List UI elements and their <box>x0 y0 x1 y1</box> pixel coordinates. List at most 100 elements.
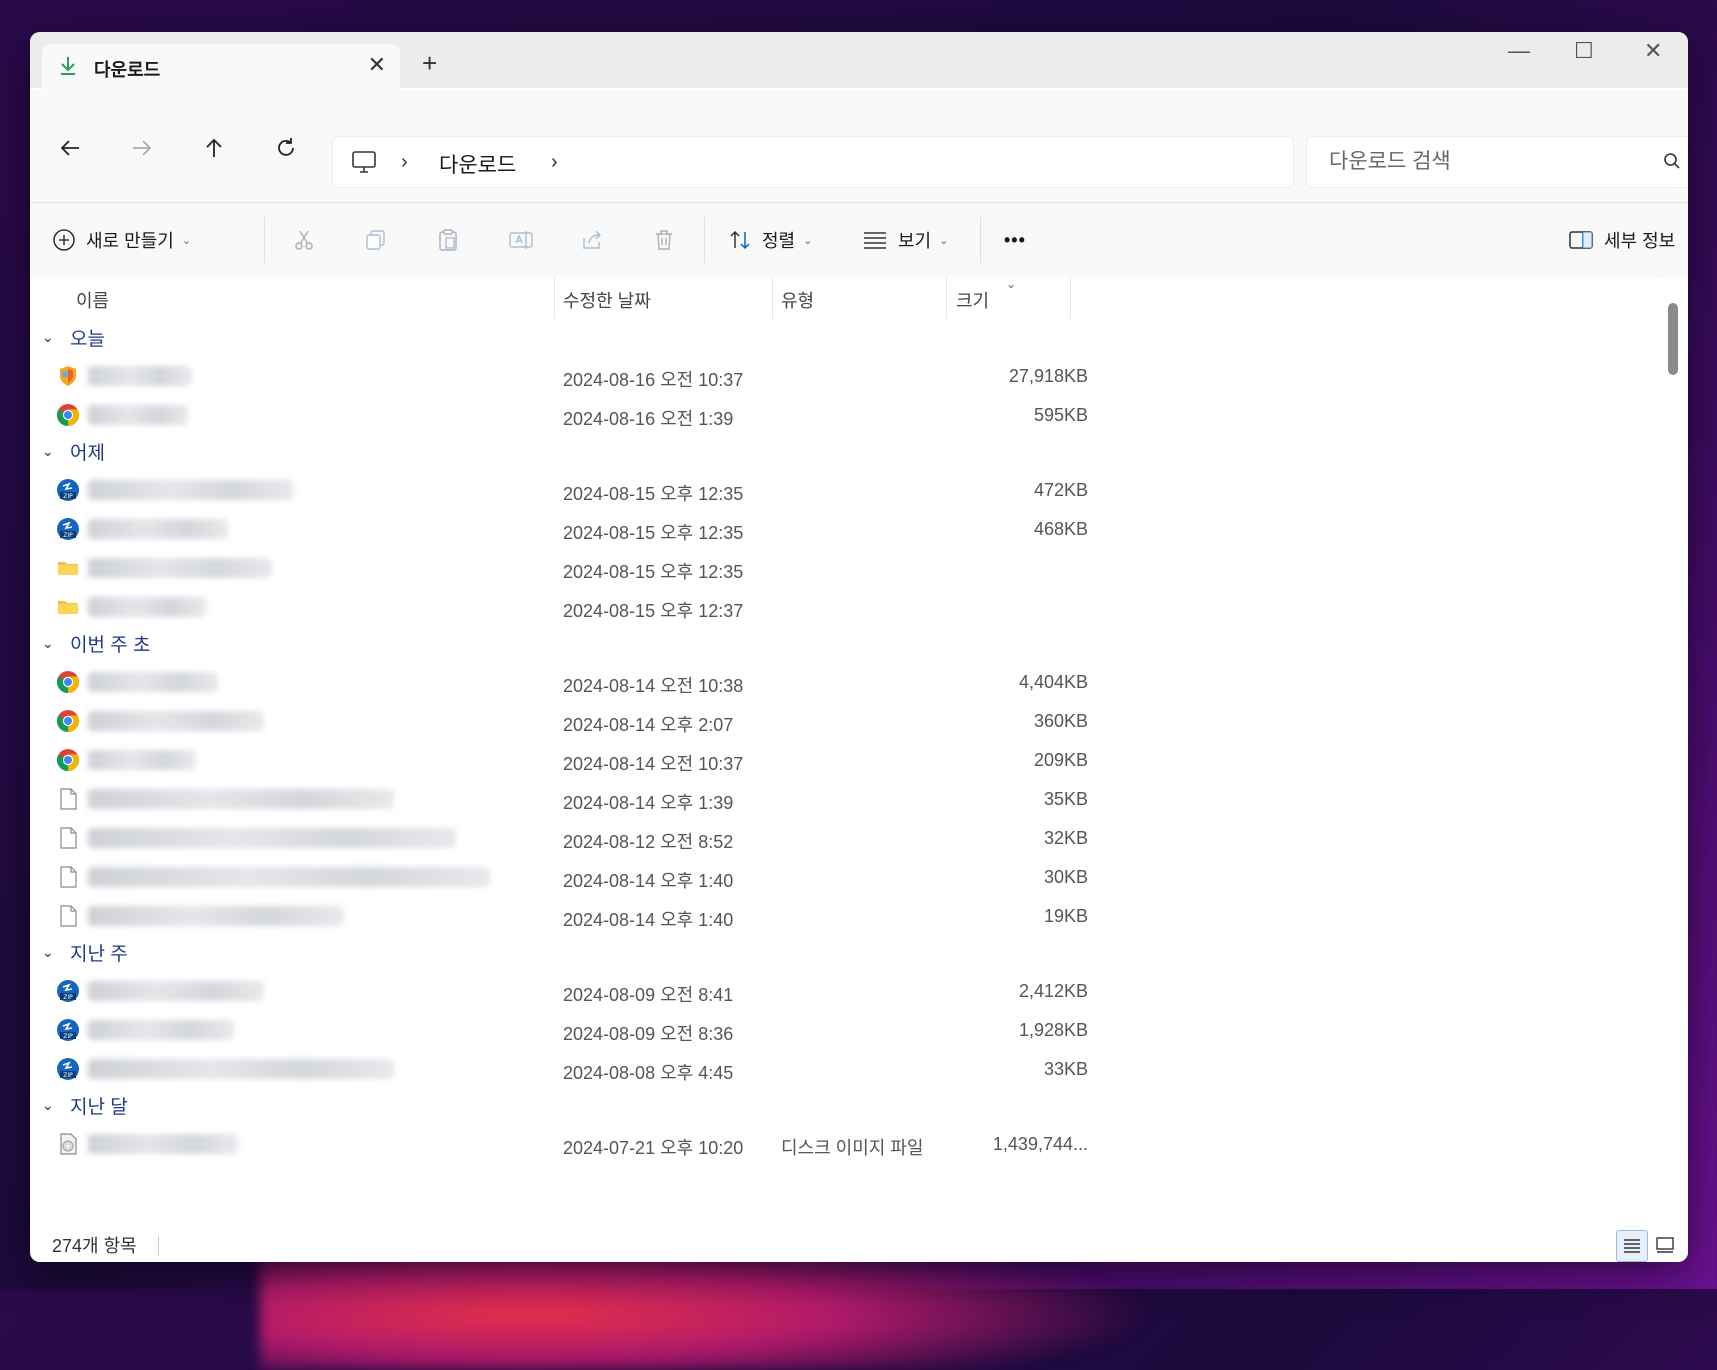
search-box[interactable] <box>1306 136 1688 188</box>
file-name-redacted <box>88 597 206 617</box>
file-row[interactable]: 2024-08-14 오후 1:40 19KB <box>30 896 1130 938</box>
separator <box>158 1236 159 1256</box>
file-row[interactable]: ZIP 2024-08-09 오전 8:41 2,412KB <box>30 971 1130 1013</box>
column-date[interactable]: 수정한 날짜 <box>563 287 651 313</box>
file-date: 2024-08-14 오후 1:39 <box>563 793 734 813</box>
file-row[interactable]: ZIP 2024-08-09 오전 8:36 1,928KB <box>30 1010 1130 1052</box>
column-divider[interactable] <box>1070 277 1071 319</box>
tab-close-icon[interactable]: ✕ <box>368 52 386 78</box>
chevron-down-icon[interactable]: ⌄ <box>42 329 58 346</box>
this-pc-icon[interactable] <box>351 150 377 179</box>
group-header[interactable]: ⌄ 이번 주 초 <box>42 628 150 658</box>
scrollbar-thumb[interactable] <box>1668 303 1678 375</box>
file-row[interactable]: 2024-08-12 오전 8:52 32KB <box>30 818 1130 860</box>
chevron-down-icon[interactable]: ⌄ <box>42 1097 58 1114</box>
file-row[interactable]: ZIP 2024-08-15 오후 12:35 472KB <box>30 470 1130 512</box>
file-size: 468KB <box>1033 519 1088 539</box>
file-row[interactable]: 2024-08-15 오후 12:37 <box>30 587 1130 629</box>
file-date: 2024-08-15 오후 12:35 <box>563 484 744 504</box>
file-icon <box>56 865 80 889</box>
list-view-icon <box>864 232 886 249</box>
chevron-down-icon: ⌄ <box>803 234 813 247</box>
group-header[interactable]: ⌄ 오늘 <box>42 322 105 352</box>
breadcrumb-chevron-icon[interactable]: › <box>551 151 558 174</box>
file-date: 2024-08-14 오전 10:37 <box>563 754 744 774</box>
group-header[interactable]: ⌄ 어제 <box>42 436 105 466</box>
new-tab-button[interactable]: + <box>422 48 437 79</box>
details-view-button[interactable] <box>1616 1230 1648 1262</box>
column-name[interactable]: 이름 <box>76 287 109 313</box>
column-size[interactable]: 크기 <box>956 287 989 313</box>
back-button[interactable] <box>52 130 88 166</box>
column-divider[interactable] <box>772 277 773 319</box>
chevron-down-icon[interactable]: ⌄ <box>42 443 58 460</box>
file-date: 2024-08-16 오전 10:37 <box>563 370 744 390</box>
file-row[interactable]: 2024-08-14 오전 10:37 209KB <box>30 740 1130 782</box>
plus-circle-icon <box>53 229 75 251</box>
sort-button[interactable]: 정렬 ⌄ <box>728 223 812 257</box>
file-row[interactable]: 2024-08-14 오후 2:07 360KB <box>30 701 1130 743</box>
zip-icon: ZIP <box>56 478 80 502</box>
file-name-redacted <box>88 789 394 809</box>
copy-button[interactable] <box>364 223 388 257</box>
breadcrumb-downloads[interactable]: 다운로드 <box>439 149 516 179</box>
column-divider[interactable] <box>946 277 947 319</box>
chrome-icon <box>56 748 80 772</box>
arrow-left-icon <box>60 140 79 156</box>
svg-text:ZIP: ZIP <box>63 994 73 1001</box>
group-header[interactable]: ⌄ 지난 주 <box>42 937 128 967</box>
file-name-redacted <box>88 1059 394 1079</box>
search-input[interactable] <box>1307 137 1661 187</box>
file-row[interactable]: 2024-08-14 오후 1:40 30KB <box>30 857 1130 899</box>
close-window-button[interactable]: ✕ <box>1644 38 1662 64</box>
minimize-button[interactable]: — <box>1508 38 1530 64</box>
file-row[interactable]: ZIP 2024-08-15 오후 12:35 468KB <box>30 509 1130 551</box>
file-row[interactable]: ZIP 2024-08-08 오후 4:45 33KB <box>30 1049 1130 1091</box>
copy-icon <box>366 230 385 250</box>
view-button[interactable]: 보기 ⌄ <box>862 223 948 257</box>
file-size: 360KB <box>1033 711 1088 731</box>
forward-button[interactable] <box>124 130 160 166</box>
file-row[interactable]: 2024-08-14 오전 10:38 4,404KB <box>30 662 1130 704</box>
status-bar: 274개 항목 <box>30 1228 1688 1262</box>
search-icon[interactable] <box>1663 152 1681 175</box>
cut-button[interactable] <box>292 223 316 257</box>
file-name-redacted <box>88 366 192 386</box>
rename-button[interactable] <box>508 223 534 257</box>
file-size: 27,918KB <box>1008 366 1088 386</box>
address-bar[interactable]: › 다운로드 › <box>332 136 1294 188</box>
file-row[interactable]: 2024-08-16 오전 10:37 27,918KB <box>30 356 1130 398</box>
tab-downloads[interactable]: 다운로드 ✕ <box>42 44 400 90</box>
separator <box>980 217 981 263</box>
group-header[interactable]: ⌄ 지난 달 <box>42 1090 128 1120</box>
file-name-redacted <box>88 867 490 887</box>
vertical-scrollbar[interactable] <box>1660 277 1688 1237</box>
chevron-down-icon[interactable]: ⌄ <box>42 635 58 652</box>
column-divider[interactable] <box>554 277 555 319</box>
chevron-down-icon[interactable]: ⌄ <box>42 944 58 961</box>
maximize-button[interactable]: ☐ <box>1574 38 1594 64</box>
file-row[interactable]: 2024-07-21 오후 10:20 디스크 이미지 파일 1,439,744..… <box>30 1124 1130 1166</box>
column-type[interactable]: 유형 <box>781 287 814 313</box>
share-button[interactable] <box>580 223 604 257</box>
group-label: 어제 <box>70 442 105 464</box>
breadcrumb-chevron-icon[interactable]: › <box>401 151 408 174</box>
chrome-icon <box>56 670 80 694</box>
chrome-icon <box>56 709 80 733</box>
file-date: 2024-08-15 오후 12:37 <box>563 601 744 621</box>
up-button[interactable] <box>196 130 232 166</box>
details-pane-icon <box>1569 231 1593 249</box>
thumbnail-view-button[interactable] <box>1650 1230 1680 1260</box>
more-options-button[interactable]: ••• <box>1004 223 1026 257</box>
file-row[interactable]: 2024-08-15 오후 12:35 <box>30 548 1130 590</box>
group-label: 지난 주 <box>70 943 128 965</box>
file-row[interactable]: 2024-08-14 오후 1:39 35KB <box>30 779 1130 821</box>
delete-button[interactable] <box>652 223 676 257</box>
refresh-button[interactable] <box>268 130 304 166</box>
chevron-down-icon: ⌄ <box>181 234 192 247</box>
paste-button[interactable] <box>436 223 460 257</box>
details-pane-button[interactable]: 세부 정보 <box>1568 223 1675 257</box>
file-name-redacted <box>88 981 264 1001</box>
file-row[interactable]: 2024-08-16 오전 1:39 595KB <box>30 395 1130 437</box>
new-button[interactable]: 새로 만들기 ⌄ <box>52 223 191 257</box>
